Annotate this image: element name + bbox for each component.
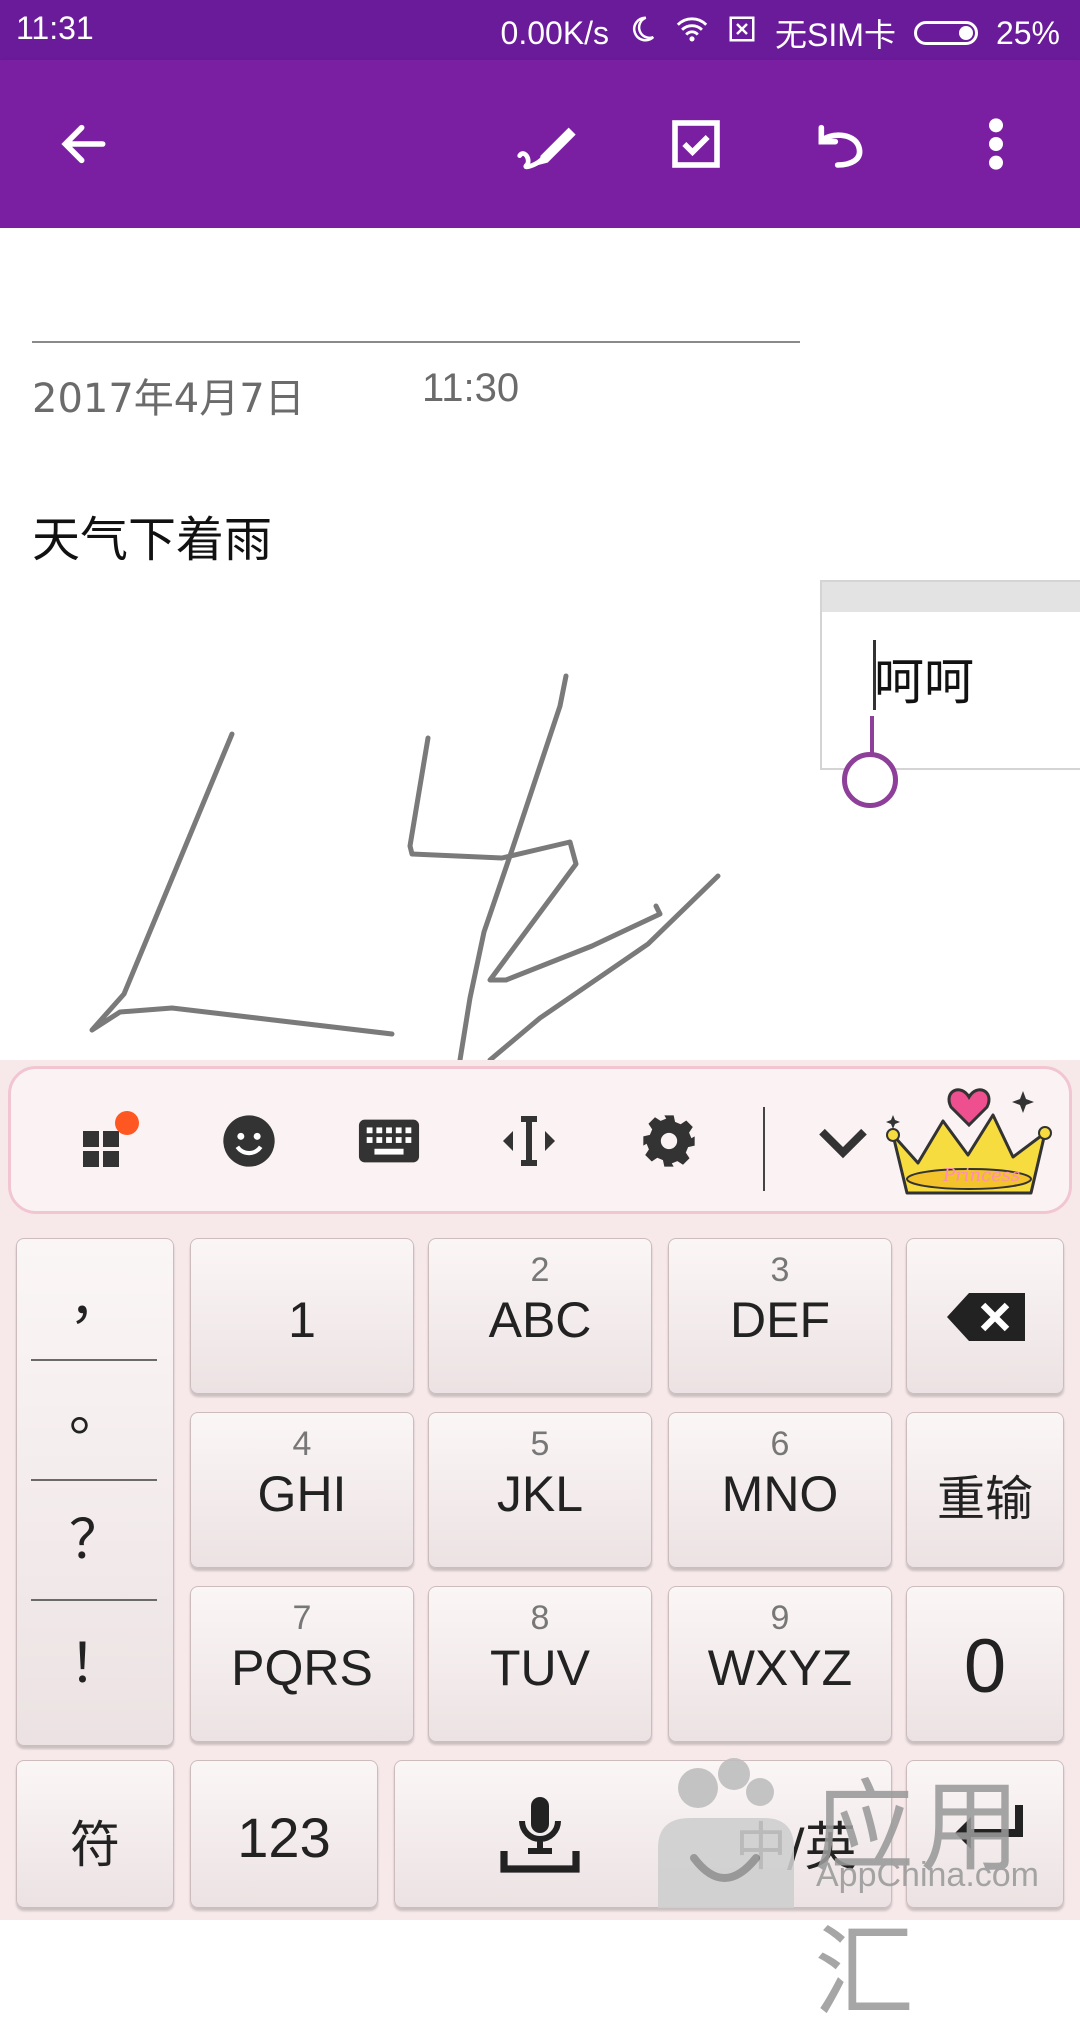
- key-letters: PQRS: [231, 1640, 373, 1696]
- note-page[interactable]: 2017年4月7日 11:30 天气下着雨 呵呵: [0, 228, 1080, 1060]
- key-letters: DEF: [730, 1292, 830, 1348]
- key-0[interactable]: 0: [906, 1586, 1064, 1742]
- key-letters: TUV: [490, 1640, 590, 1696]
- key-label: 1: [288, 1292, 316, 1348]
- cursor-handle[interactable]: [842, 752, 898, 808]
- key-7-pqrs[interactable]: 7 PQRS: [190, 1586, 414, 1742]
- key-6-mno[interactable]: 6 MNO: [668, 1412, 892, 1568]
- key-label: 重输: [936, 1471, 1033, 1527]
- chevron-down-icon[interactable]: [811, 1109, 875, 1173]
- punct-period-key[interactable]: 。: [31, 1367, 161, 1487]
- key-number: 3: [770, 1251, 790, 1289]
- key-letters: WXYZ: [707, 1640, 853, 1696]
- punct-separator: [31, 1479, 157, 1481]
- more-vert-icon[interactable]: [958, 106, 1034, 182]
- pen-draw-icon[interactable]: [512, 106, 588, 182]
- key-letters: MNO: [721, 1466, 839, 1522]
- key-2-abc[interactable]: 2 ABC: [428, 1238, 652, 1394]
- symbols-key[interactable]: 符: [16, 1760, 174, 1908]
- key-8-tuv[interactable]: 8 TUV: [428, 1586, 652, 1742]
- punct-exclaim-key[interactable]: ！: [31, 1619, 161, 1739]
- key-5-jkl[interactable]: 5 JKL: [428, 1412, 652, 1568]
- settings-gear-icon[interactable]: [637, 1109, 701, 1173]
- moon-icon: [627, 14, 657, 52]
- keyboard-icon[interactable]: [357, 1109, 421, 1173]
- no-sim-icon: [727, 14, 757, 52]
- key-number: 4: [292, 1425, 312, 1463]
- battery-icon: [913, 21, 978, 45]
- emoji-icon[interactable]: [217, 1109, 281, 1173]
- key-label: 0: [963, 1624, 1007, 1709]
- key-number: 7: [292, 1599, 312, 1637]
- cursor-move-icon[interactable]: [497, 1109, 561, 1173]
- appchina-logo-icon: [658, 1758, 794, 1908]
- text-box-content[interactable]: 呵呵: [874, 642, 974, 714]
- text-box-header[interactable]: [822, 582, 1080, 612]
- wifi-icon: [675, 14, 709, 52]
- numbers-key[interactable]: 123: [190, 1760, 378, 1908]
- app-toolbar: [0, 60, 1080, 228]
- sim-status: 无SIM卡: [775, 17, 896, 53]
- text-cursor: [873, 640, 876, 710]
- key-letters: JKL: [496, 1466, 584, 1522]
- network-speed: 0.00K/s: [500, 14, 610, 51]
- checkbox-icon[interactable]: [658, 106, 734, 182]
- key-number: 5: [530, 1425, 550, 1463]
- undo-icon[interactable]: [802, 106, 878, 182]
- apps-grid-icon[interactable]: [77, 1109, 141, 1173]
- microphone-icon: [500, 1797, 580, 1873]
- reinput-key[interactable]: 重输: [906, 1412, 1064, 1568]
- text-box-container[interactable]: 呵呵: [820, 580, 1080, 770]
- key-3-def[interactable]: 3 DEF: [668, 1238, 892, 1394]
- punctuation-column: ， 。 ？ ！: [16, 1238, 174, 1746]
- back-arrow-icon[interactable]: [46, 106, 122, 182]
- keyboard-toolbar: Princess: [8, 1066, 1072, 1214]
- key-letters: GHI: [257, 1466, 347, 1522]
- backspace-icon: [947, 1293, 1025, 1341]
- cursor-handle-stem: [870, 716, 874, 754]
- status-bar: 11:31 0.00K/s 无SIM卡 25%: [0, 0, 1080, 60]
- toolbar-divider: [763, 1107, 765, 1191]
- key-letters: ABC: [488, 1292, 592, 1348]
- key-label: 符: [70, 1816, 120, 1874]
- status-right: 0.00K/s 无SIM卡 25%: [501, 10, 1060, 56]
- svg-text:Princess: Princess: [942, 1165, 1020, 1186]
- punct-separator: [31, 1359, 157, 1361]
- key-number: 8: [530, 1599, 550, 1637]
- princess-crown-icon: Princess: [873, 1075, 1063, 1205]
- key-number: 2: [530, 1251, 550, 1289]
- appchina-watermark: 应用汇 AppChina.com: [644, 1748, 1074, 2031]
- key-number: 6: [770, 1425, 790, 1463]
- backspace-key[interactable]: [906, 1238, 1064, 1394]
- status-time: 11:31: [16, 10, 94, 46]
- punct-question-key[interactable]: ？: [31, 1495, 161, 1615]
- watermark-en: AppChina.com: [816, 1856, 1040, 1894]
- key-number: 9: [770, 1599, 790, 1637]
- key-9-wxyz[interactable]: 9 WXYZ: [668, 1586, 892, 1742]
- key-1[interactable]: 1: [190, 1238, 414, 1394]
- key-4-ghi[interactable]: 4 GHI: [190, 1412, 414, 1568]
- key-label: 123: [237, 1806, 331, 1869]
- punct-separator: [31, 1599, 157, 1601]
- battery-percent: 25%: [995, 14, 1060, 51]
- punct-comma-key[interactable]: ，: [31, 1255, 161, 1375]
